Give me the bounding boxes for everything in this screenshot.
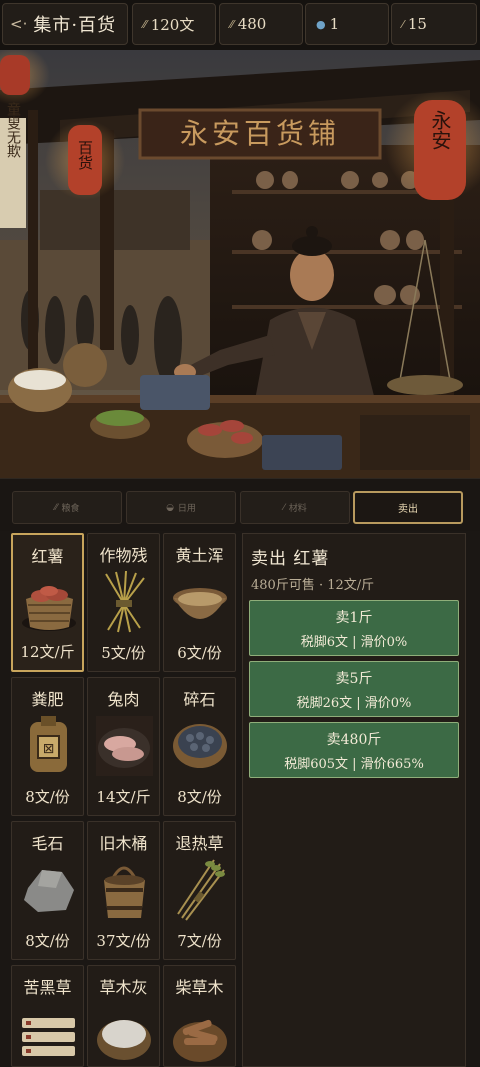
item-price: 5文/份: [101, 644, 146, 662]
sell-all-button[interactable]: 卖480斤 税脚605文 | 滑价665%: [249, 722, 459, 778]
coin-icon: ⁄⁄: [143, 17, 147, 31]
item-name: 柴草木: [175, 978, 224, 997]
item-price: 12文/斤: [20, 643, 75, 661]
item-name: 粪肥: [31, 690, 64, 709]
item-price: 14文/斤: [96, 788, 151, 806]
page-title: 集市·百货: [33, 15, 117, 36]
sell-panel-title: 卖出 红薯: [251, 549, 330, 569]
back-arrow-icon[interactable]: <·: [10, 15, 27, 33]
item-name: 毛石: [31, 834, 64, 853]
ash-bowl-icon: [97, 1020, 151, 1060]
sell-panel-subtitle: 480斤可售 · 12文/斤: [251, 578, 375, 593]
item-price: 6文/份: [177, 644, 222, 662]
item-cell-firewood[interactable]: 柴草木: [163, 965, 236, 1067]
shop-sign-text: 永安百货铺: [180, 117, 340, 150]
item-cell-old-bucket[interactable]: 旧木桶 37文/份: [87, 821, 160, 960]
feather-icon: ⁄: [402, 17, 404, 31]
item-cell-manure[interactable]: 粪肥 ⊠ 8文/份: [11, 677, 84, 816]
tab-label: 卖出: [398, 504, 418, 515]
hanging-banner-text: 童叟无欺: [5, 101, 21, 158]
item-name: 兔肉: [107, 690, 140, 709]
tab-grain[interactable]: ⁄⁄ 粮食: [12, 491, 122, 524]
item-cell-crop-residue[interactable]: 作物残 5文/份: [87, 533, 160, 672]
item-price: 8文/份: [25, 788, 70, 806]
item-cell-loess-slurry[interactable]: 黄土浑 6文/份: [163, 533, 236, 672]
sell-5-button[interactable]: 卖5斤 税脚26文 | 滑价0%: [249, 661, 459, 717]
item-cell-bitter-herb[interactable]: 苦黑草: [11, 965, 84, 1067]
herb-bundle-icon: [177, 859, 225, 921]
sell-button-label: 卖480斤: [326, 732, 382, 748]
bitter-herb-tags-icon: [22, 1018, 75, 1056]
item-name: 退热草: [175, 834, 224, 853]
grain-value: 480: [237, 15, 267, 33]
right-lantern-text: 永安: [428, 110, 452, 150]
sell-button-detail: 税脚605文 | 滑价665%: [284, 757, 424, 772]
straw-bundle-icon: [105, 570, 145, 633]
item-name: 红薯: [31, 547, 64, 566]
item-name: 旧木桶: [99, 834, 148, 853]
firewood-bowl-icon: [173, 1019, 227, 1062]
gravel-basket-icon: [173, 724, 227, 768]
water-drop-icon: ●: [316, 17, 326, 31]
category-tabs: ⁄⁄ 粮食 ◒ 日用 ⁄ 材料 卖出: [0, 478, 480, 531]
wooden-bucket-icon: [104, 866, 145, 918]
feather-stat: ⁄ 15: [391, 3, 477, 45]
svg-text:⊠: ⊠: [43, 741, 55, 757]
item-name: 黄土浑: [175, 546, 224, 565]
item-price: 8文/份: [177, 788, 222, 806]
shop-scene-illustration: 永安百货铺 百货 永安 童叟无欺: [0, 50, 480, 478]
sell-button-detail: 税脚6文 | 滑价0%: [300, 635, 408, 650]
sell-button-label: 卖5斤: [335, 671, 373, 687]
sell-panel: 卖出 红薯 480斤可售 · 12文/斤 卖1斤 税脚6文 | 滑价0% 卖5斤…: [242, 533, 466, 1067]
item-cell-rabbit-meat[interactable]: 兔肉 14文/斤: [87, 677, 160, 816]
item-name: 草木灰: [99, 978, 148, 997]
rabbit-meat-icon: [96, 716, 153, 776]
sell-button-label: 卖1斤: [335, 610, 373, 626]
item-cell-rubble-stone[interactable]: 毛石 8文/份: [11, 821, 84, 960]
tab-sell[interactable]: 卖出: [353, 491, 463, 524]
water-value: 1: [329, 15, 340, 33]
tab-daily-goods[interactable]: ◒ 日用: [126, 491, 236, 524]
bowl-icon: ◒: [166, 502, 174, 513]
tab-label: 日用: [177, 504, 196, 514]
coins-stat: ⁄⁄ 120文: [132, 3, 216, 45]
grain-stat: ⁄⁄ 480: [219, 3, 303, 45]
tab-materials[interactable]: ⁄ 材料: [240, 491, 350, 524]
item-name: 作物残: [99, 546, 148, 565]
left-lantern-text: 百货: [76, 140, 94, 170]
item-price: 7文/份: [177, 932, 222, 950]
sell-1-button[interactable]: 卖1斤 税脚6文 | 滑价0%: [249, 600, 459, 656]
water-stat: ● 1: [305, 3, 389, 45]
rough-stone-icon: [24, 870, 74, 912]
item-cell-plant-ash[interactable]: 草木灰: [87, 965, 160, 1067]
back-title-button[interactable]: <· 集市·百货: [2, 3, 128, 45]
feather-value: 15: [407, 15, 427, 33]
coins-value: 120文: [150, 15, 195, 34]
fertilizer-sack-icon: ⊠: [30, 716, 67, 772]
item-price: 37文/份: [96, 932, 151, 950]
grain-icon: ⁄⁄: [230, 17, 234, 31]
tool-icon: ⁄: [283, 502, 285, 513]
shop-scene-svg: 永安百货铺 百货 永安 童叟无欺: [0, 50, 480, 478]
top-bar: <· 集市·百货 ⁄⁄ 120文 ⁄⁄ 480 ● 1 ⁄ 15: [0, 0, 480, 50]
sell-button-detail: 税脚26文 | 滑价0%: [296, 696, 412, 711]
tab-label: 材料: [288, 504, 307, 514]
item-price: 8文/份: [25, 932, 70, 950]
item-cell-fever-herb[interactable]: 退热草 7文/份: [163, 821, 236, 960]
tab-label: 粮食: [61, 504, 80, 514]
grain-icon: ⁄⁄: [54, 502, 58, 513]
item-name: 碎石: [183, 690, 216, 709]
item-cell-sweet-potato[interactable]: 红薯 12文/斤: [11, 533, 84, 672]
sweet-potato-basket-icon: [22, 586, 76, 631]
mud-bowl-icon: [173, 588, 227, 619]
item-name: 苦黑草: [23, 978, 72, 997]
item-cell-gravel[interactable]: 碎石 8文/份: [163, 677, 236, 816]
